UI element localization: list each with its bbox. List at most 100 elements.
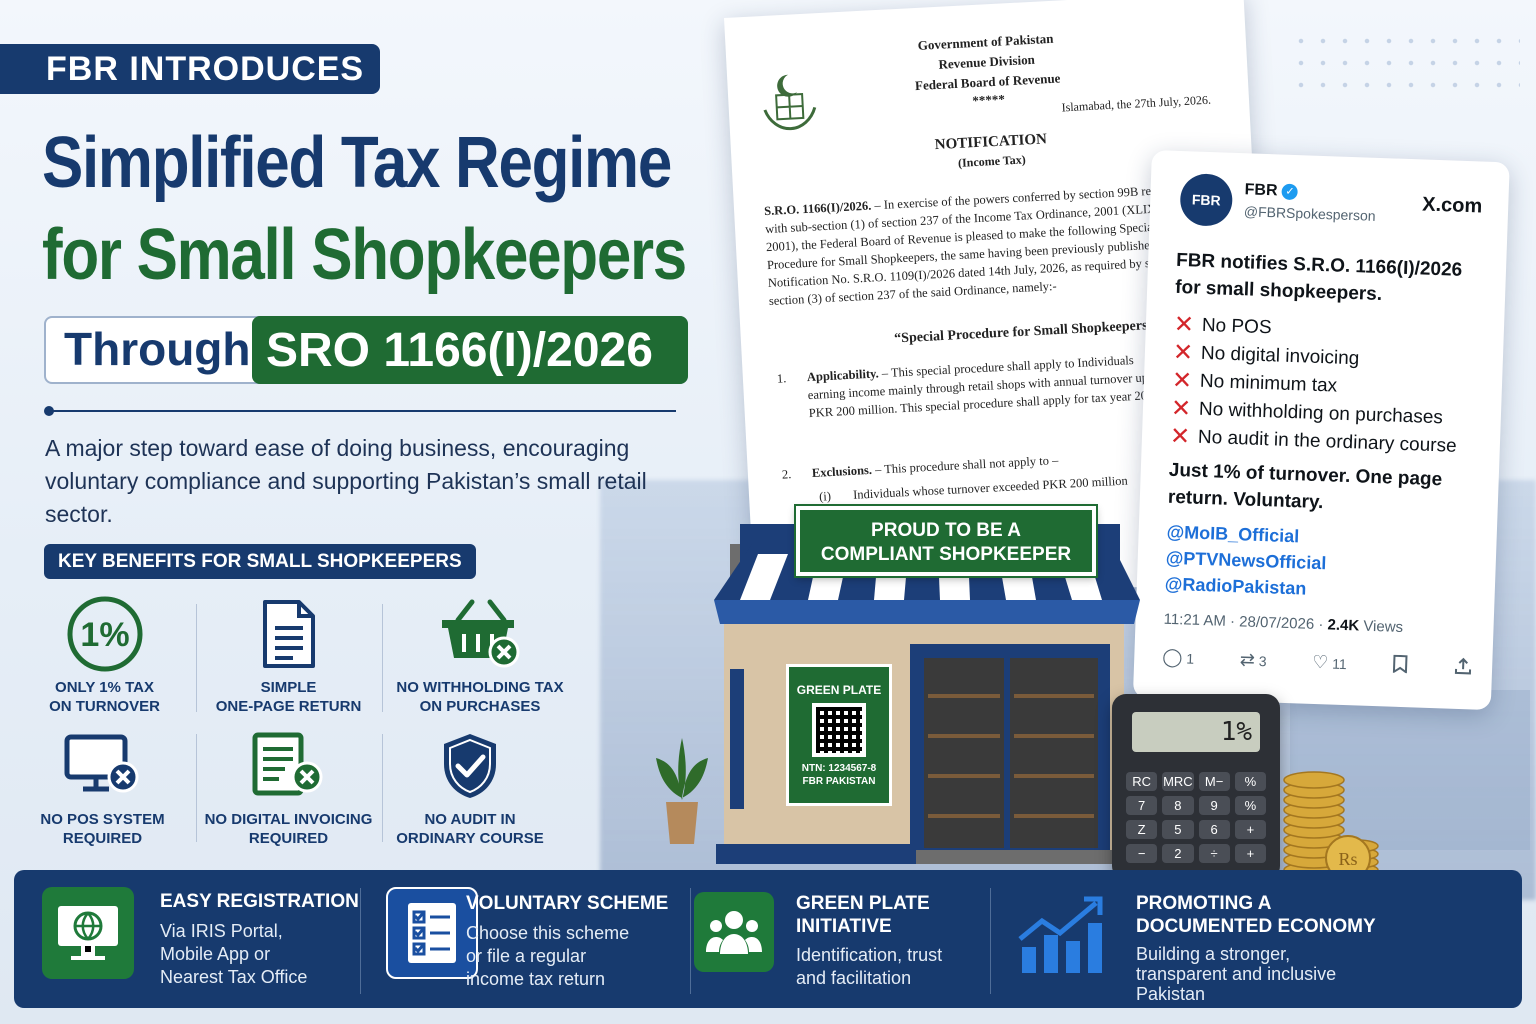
calculator-key: + bbox=[1234, 844, 1266, 863]
like-button[interactable]: ♡ 11 bbox=[1312, 652, 1347, 674]
benefit-label: NO DIGITAL INVOICING bbox=[204, 811, 373, 828]
banner-title-line: GREEN PLATE bbox=[796, 893, 930, 914]
calculator-key: M− bbox=[1198, 772, 1230, 791]
benefit-no-pos: NO POS SYSTEM REQUIRED bbox=[10, 726, 195, 848]
tweet-points: ✕ No POS ✕ No digital invoicing ✕ No minimu… bbox=[1170, 311, 1461, 461]
benefit-no-audit: NO AUDIT IN ORDINARY COURSE bbox=[376, 726, 564, 848]
cross-icon: ✕ bbox=[1169, 422, 1191, 451]
banner-title: PROMOTING A DOCUMENTED ECONOMY bbox=[1136, 892, 1376, 938]
like-count: 11 bbox=[1331, 655, 1348, 673]
calculator-key: ÷ bbox=[1198, 844, 1230, 863]
doc-sro-ref: S.R.O. 1166(I)/2026. bbox=[763, 198, 872, 219]
banner-text: Identification, trust and facilitation bbox=[796, 944, 942, 990]
benefit-label: ON PURCHASES bbox=[419, 698, 541, 715]
cross-icon: ✕ bbox=[1173, 310, 1195, 339]
decorative-dots bbox=[1290, 30, 1520, 90]
retweet-count: 3 bbox=[1258, 653, 1267, 670]
qr-code-icon bbox=[812, 703, 866, 757]
doc-paragraph-1: S.R.O. 1166(I)/2026. – In exercise of th… bbox=[764, 180, 1189, 310]
banner-text-line: Identification, trust bbox=[796, 945, 943, 965]
mention-link[interactable]: @RadioPakistan bbox=[1164, 571, 1325, 603]
banner-text: Via IRIS Portal, Mobile App or Nearest Tax… bbox=[160, 920, 307, 989]
shop-sign-line: PROUD TO BE A bbox=[871, 520, 1021, 541]
reply-icon: ◯ bbox=[1161, 646, 1183, 668]
sro-badge: SRO 1166(I)/2026 bbox=[252, 316, 688, 384]
divider-line bbox=[48, 410, 676, 412]
invoice-cross-icon bbox=[196, 726, 381, 806]
benefit-one-page-return: SIMPLE ONE-PAGE RETURN bbox=[196, 594, 381, 716]
calculator-key: 8 bbox=[1162, 796, 1194, 815]
banner-text: Building a stronger, transparent and incl… bbox=[1136, 944, 1336, 1004]
one-percent-badge: 1% bbox=[80, 616, 129, 654]
tweet-body: FBR notifies S.R.O. 1166(I)/2026 for sma… bbox=[1174, 249, 1463, 306]
share-button[interactable] bbox=[1454, 657, 1473, 679]
banner-text-line: Via IRIS Portal, bbox=[160, 921, 283, 941]
benefit-no-withholding: NO WITHHOLDING TAX ON PURCHASES bbox=[386, 594, 574, 716]
document-icon bbox=[196, 594, 381, 674]
calculator-key: + bbox=[1234, 820, 1266, 839]
benefit-label: NO POS SYSTEM bbox=[40, 811, 165, 828]
bottom-banner: EASY REGISTRATION Via IRIS Portal, Mobile… bbox=[14, 870, 1522, 1008]
x-logo: X.com bbox=[1421, 193, 1483, 218]
calculator-key: % bbox=[1234, 796, 1266, 815]
calculator-keys: RC MRC M− % 7 8 9 % Z 5 6 + − 2 ÷ + bbox=[1126, 772, 1266, 863]
doc-section-text: – This procedure shall not apply to – bbox=[871, 453, 1059, 477]
retweet-icon: ⇄ bbox=[1239, 649, 1256, 670]
tweet-timestamp[interactable]: 11:21 AM · 28/07/2026 · bbox=[1163, 611, 1327, 634]
benefit-label: ON TURNOVER bbox=[49, 698, 160, 715]
banner-text-line: transparent and inclusive bbox=[1136, 964, 1337, 984]
doc-clause-number: (i) bbox=[818, 489, 832, 504]
benefit-label: NO WITHHOLDING TAX bbox=[396, 679, 564, 696]
tweet-mentions: @MoIB_Official @PTVNewsOfficial @RadioPa… bbox=[1164, 519, 1327, 603]
intro-text: A major step toward ease of doing busine… bbox=[45, 435, 647, 527]
reply-count: 1 bbox=[1186, 650, 1195, 667]
banner-title: EASY REGISTRATION bbox=[160, 891, 359, 912]
shop-illustration: PROUD TO BE A COMPLIANT SHOPKEEPER GREEN… bbox=[700, 504, 1140, 874]
reply-button[interactable]: ◯ 1 bbox=[1162, 647, 1195, 669]
calculator-key: 9 bbox=[1198, 796, 1230, 815]
calculator-key: MRC bbox=[1162, 772, 1194, 791]
monitor-cross-icon bbox=[10, 726, 195, 806]
bookmark-icon bbox=[1393, 654, 1408, 675]
through-label: Through bbox=[64, 323, 251, 375]
tweet-views-label: Views bbox=[1358, 617, 1404, 637]
tweet-author[interactable]: FBR ✓ bbox=[1244, 181, 1299, 201]
banner-text-line: income tax return bbox=[466, 969, 606, 989]
retweet-button[interactable]: ⇄ 3 bbox=[1239, 649, 1266, 671]
banner-documented-economy: PROMOTING A DOCUMENTED ECONOMY Building a… bbox=[990, 870, 1510, 1008]
benefit-one-percent-tax: 1% ONLY 1% TAX ON TURNOVER bbox=[12, 594, 197, 716]
banner-text-line: Building a stronger, bbox=[1136, 944, 1291, 964]
intro-tag: FBR INTRODUCES bbox=[0, 44, 380, 94]
benefit-label: ONE-PAGE RETURN bbox=[215, 698, 362, 715]
people-icon bbox=[694, 892, 774, 972]
banner-title: GREEN PLATE INITIATIVE bbox=[796, 892, 930, 938]
banner-voluntary-scheme: VOLUNTARY SCHEME Choose this scheme or fi… bbox=[360, 870, 690, 1008]
doc-section-1: Applicability. – This special procedure … bbox=[806, 349, 1168, 422]
calculator-key: 7 bbox=[1126, 796, 1158, 815]
benefit-label: ONLY 1% TAX bbox=[55, 679, 154, 696]
banner-text-line: Pakistan bbox=[1136, 984, 1206, 1004]
banner-title-line: DOCUMENTED ECONOMY bbox=[1136, 916, 1376, 937]
tweet-note: Just 1% of turnover. One page return. Vo… bbox=[1167, 459, 1443, 514]
tweet-handle[interactable]: @FBRSpokesperson bbox=[1244, 203, 1376, 224]
coin-label: Rs bbox=[1338, 849, 1357, 869]
shop-sign-line: COMPLIANT SHOPKEEPER bbox=[820, 544, 1072, 565]
tweet-views-count: 2.4K bbox=[1327, 616, 1360, 635]
calculator-key: % bbox=[1234, 772, 1266, 791]
doc-section-title: Applicability. bbox=[806, 366, 880, 385]
tweet-author-name: FBR bbox=[1244, 181, 1278, 200]
tweet-point-text: No POS bbox=[1201, 314, 1272, 339]
banner-text-line: Nearest Tax Office bbox=[160, 967, 308, 987]
doc-section-title: Exclusions. bbox=[811, 462, 873, 481]
green-plate-ntn: NTN: 1234567-8 bbox=[801, 763, 877, 774]
benefit-label: ORDINARY COURSE bbox=[396, 830, 544, 847]
banner-text-line: or file a regular bbox=[466, 946, 587, 966]
banner-title-line: INITIATIVE bbox=[796, 916, 892, 937]
green-plate-title: GREEN PLATE bbox=[796, 683, 882, 697]
title-line-2: for Small Shopkeepers bbox=[42, 215, 687, 295]
cross-icon: ✕ bbox=[1172, 338, 1194, 367]
fbr-avatar[interactable]: FBR bbox=[1179, 173, 1234, 227]
bookmark-button[interactable] bbox=[1392, 654, 1409, 677]
banner-text-line: Mobile App or bbox=[160, 944, 271, 964]
tweet-card: FBR FBR ✓ @FBRSpokesperson X.com FBR not… bbox=[1132, 150, 1510, 711]
